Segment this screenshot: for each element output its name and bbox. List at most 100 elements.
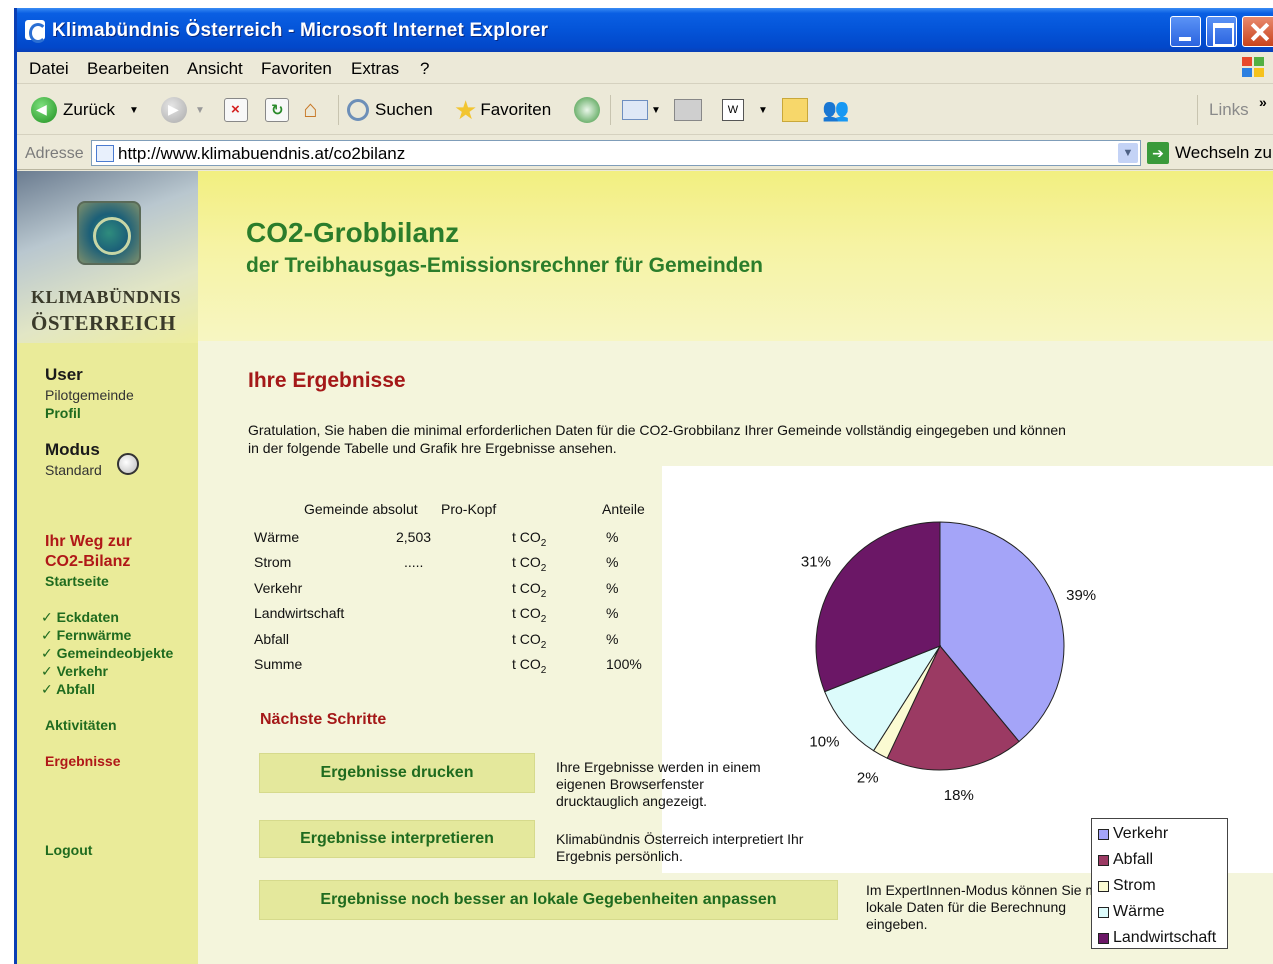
legend-swatch xyxy=(1098,880,1109,892)
history-button[interactable] xyxy=(574,95,600,125)
step-gemeindeobjekte[interactable]: ✓ Gemeindeobjekte xyxy=(41,644,173,662)
activities-link[interactable]: Aktivitäten xyxy=(45,717,117,733)
toolbar-chevron[interactable]: » xyxy=(1259,87,1267,117)
legend-label: Abfall xyxy=(1113,851,1154,868)
forward-button[interactable]: ▼ xyxy=(161,95,205,125)
links-button[interactable]: Links xyxy=(1209,95,1249,125)
globe-mode-icon[interactable] xyxy=(117,453,139,475)
legend-item-landwirtschaft: Landwirtschaft xyxy=(1098,929,1216,947)
window-title: Klimabündnis Österreich - Microsoft Inte… xyxy=(52,20,549,41)
legend-swatch xyxy=(1098,906,1109,918)
mail-icon xyxy=(622,100,648,120)
step-abfall[interactable]: ✓ Abfall xyxy=(41,680,173,698)
steps-list: ✓ Eckdaten ✓ Fernwärme ✓ Gemeindeobjekte… xyxy=(41,608,173,698)
back-button[interactable]: Zurück ▼ xyxy=(31,95,139,125)
globe-logo-icon xyxy=(77,201,141,265)
menu-help[interactable]: ? xyxy=(420,59,429,79)
user-name: Pilotgemeinde xyxy=(45,387,134,403)
messenger-icon: 👥 xyxy=(822,97,850,122)
history-icon xyxy=(574,97,600,123)
back-dropdown-icon[interactable]: ▼ xyxy=(129,105,139,116)
go-button[interactable]: ➔ Wechseln zu xyxy=(1147,142,1272,164)
step-verkehr[interactable]: ✓ Verkehr xyxy=(41,662,173,680)
windows-logo-icon xyxy=(1241,56,1265,78)
back-arrow-icon xyxy=(31,97,57,123)
mail-dropdown-icon[interactable]: ▼ xyxy=(651,105,661,116)
results-link[interactable]: Ergebnisse xyxy=(45,753,120,769)
menu-datei[interactable]: Datei xyxy=(29,59,69,79)
legend-item-verkehr: Verkehr xyxy=(1098,825,1168,843)
refresh-button[interactable]: ↻ xyxy=(265,95,289,125)
legend-item-abfall: Abfall xyxy=(1098,851,1153,869)
user-heading: User xyxy=(45,365,83,384)
legend-label: Wärme xyxy=(1113,903,1165,920)
search-button[interactable]: Suchen xyxy=(347,95,433,125)
stop-button[interactable]: × xyxy=(224,95,248,125)
refresh-icon: ↻ xyxy=(265,98,289,122)
path-heading-1: Ihr Weg zur xyxy=(45,533,132,550)
menu-bar: Datei Bearbeiten Ansicht Favoriten Extra… xyxy=(17,52,1273,84)
forward-arrow-icon xyxy=(161,97,187,123)
title-bar: Klimabündnis Österreich - Microsoft Inte… xyxy=(17,8,1273,52)
content-area: Ihre Ergebnisse Gratulation, Sie haben d… xyxy=(198,341,1273,964)
logo[interactable]: KLIMABÜNDNIS ÖSTERREICH xyxy=(17,171,198,343)
forward-dropdown-icon[interactable]: ▼ xyxy=(195,105,205,116)
pie-label-strom: 2% xyxy=(857,769,879,786)
legend-swatch xyxy=(1098,828,1109,840)
path-heading-2: CO2-Bilanz xyxy=(45,553,131,570)
search-icon xyxy=(347,99,369,121)
menu-ansicht[interactable]: Ansicht xyxy=(187,59,243,79)
discuss-button[interactable] xyxy=(782,95,808,125)
stop-icon: × xyxy=(224,98,248,122)
back-label: Zurück xyxy=(63,100,115,119)
page-icon xyxy=(96,145,114,162)
step-eckdaten[interactable]: ✓ Eckdaten xyxy=(41,608,173,626)
search-label: Suchen xyxy=(375,100,433,119)
page-subtitle: der Treibhausgas-Emissionsrechner für Ge… xyxy=(246,254,763,277)
home-icon: ⌂ xyxy=(303,96,318,123)
legend-swatch xyxy=(1098,932,1109,944)
maximize-button[interactable] xyxy=(1206,16,1237,47)
logout-link[interactable]: Logout xyxy=(45,842,92,858)
internet-explorer-icon xyxy=(25,20,47,43)
address-url[interactable]: http://www.klimabuendnis.at/co2bilanz xyxy=(118,144,405,164)
address-bar: Adresse http://www.klimabuendnis.at/co2b… xyxy=(17,136,1273,170)
legend-item-wärme: Wärme xyxy=(1098,903,1165,921)
web-page: KLIMABÜNDNIS ÖSTERREICH User Pilotgemein… xyxy=(17,171,1273,964)
menu-favoriten[interactable]: Favoriten xyxy=(261,59,332,79)
links-label: Links xyxy=(1209,100,1249,119)
browser-window: Klimabündnis Österreich - Microsoft Inte… xyxy=(14,8,1273,964)
close-button[interactable] xyxy=(1242,16,1273,47)
mail-button[interactable]: ▼ xyxy=(622,95,661,125)
address-dropdown-icon[interactable]: ▼ xyxy=(1118,143,1138,163)
step-fernwaerme[interactable]: ✓ Fernwärme xyxy=(41,626,173,644)
favorites-button[interactable]: ★ Favoriten xyxy=(454,95,551,125)
chart-legend: Verkehr Abfall Strom Wärme Landwirtschaft xyxy=(1091,818,1228,949)
star-icon: ★ xyxy=(454,94,478,125)
logo-line-2: ÖSTERREICH xyxy=(31,311,177,335)
mode-heading: Modus xyxy=(45,440,100,459)
edit-button[interactable]: W ▼ xyxy=(722,95,768,125)
pie-label-abfall: 18% xyxy=(944,787,974,804)
print-button[interactable] xyxy=(674,95,702,125)
edit-dropdown-icon[interactable]: ▼ xyxy=(758,105,768,116)
profile-link[interactable]: Profil xyxy=(45,405,134,421)
menu-extras[interactable]: Extras xyxy=(351,59,399,79)
messenger-button[interactable]: 👥 xyxy=(822,95,849,125)
go-label: Wechseln zu xyxy=(1175,143,1273,162)
legend-label: Verkehr xyxy=(1113,825,1169,842)
toolbar: Zurück ▼ ▼ × ↻ ⌂ Suchen ★ Favoriten xyxy=(17,85,1273,135)
logo-line-1: KLIMABÜNDNIS xyxy=(31,287,182,307)
start-link[interactable]: Startseite xyxy=(45,573,132,589)
home-button[interactable]: ⌂ xyxy=(303,95,318,125)
legend-swatch xyxy=(1098,854,1109,866)
menu-bearbeiten[interactable]: Bearbeiten xyxy=(87,59,169,79)
printer-icon xyxy=(674,99,702,121)
address-field[interactable]: http://www.klimabuendnis.at/co2bilanz ▼ xyxy=(91,140,1141,166)
pie-label-verkehr: 39% xyxy=(1066,587,1096,604)
legend-label: Landwirtschaft xyxy=(1113,929,1217,946)
favorites-label: Favoriten xyxy=(480,100,552,119)
page-title: CO2-Grobbilanz xyxy=(246,217,460,248)
pie-label-landwirtschaft: 31% xyxy=(801,554,831,571)
minimize-button[interactable] xyxy=(1170,16,1201,47)
